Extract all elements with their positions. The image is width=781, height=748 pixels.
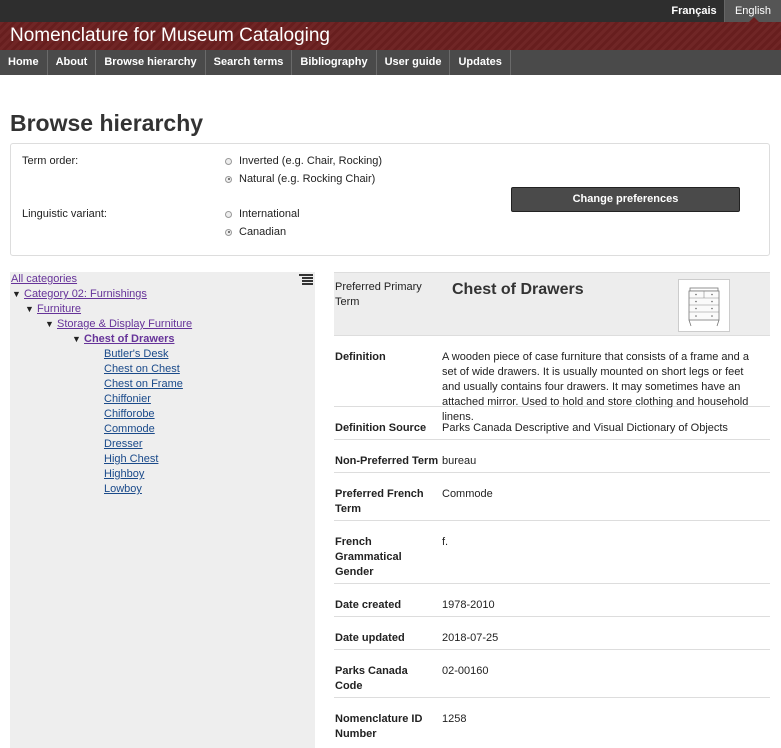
row-label: Nomenclature ID Number	[335, 713, 423, 740]
change-preferences-button[interactable]: Change preferences	[511, 187, 740, 212]
nav-search-terms[interactable]: Search terms	[206, 50, 293, 75]
preferences-panel: Term order: Inverted (e.g. Chair, Rockin…	[10, 143, 770, 256]
nav-updates[interactable]: Updates	[450, 50, 511, 75]
tree-node-furniture[interactable]: ▼ Furniture	[25, 303, 81, 315]
main-nav: Home About Browse hierarchy Search terms…	[0, 50, 781, 75]
expanded-triangle-icon: ▼	[25, 304, 34, 314]
tree-node-storage-display-furniture[interactable]: ▼ Storage & Display Furniture	[45, 318, 192, 330]
all-categories-link[interactable]: All categories	[11, 273, 77, 285]
row-value: 2018-07-25	[442, 632, 499, 644]
term-order-inverted-radio[interactable]: Inverted (e.g. Chair, Rocking)	[225, 155, 382, 167]
english-language-link[interactable]: English	[724, 0, 781, 22]
tree-leaf-high-chest[interactable]: High Chest	[104, 453, 158, 465]
tree-leaf-butlers-desk[interactable]: Butler's Desk	[104, 348, 168, 360]
tree-leaf-highboy[interactable]: Highboy	[104, 468, 144, 480]
page-title: Browse hierarchy	[10, 110, 204, 136]
row-label: Definition	[335, 351, 386, 363]
language-bar: Français English	[0, 0, 781, 22]
tree-leaf-lowboy[interactable]: Lowboy	[104, 483, 142, 495]
tree-leaf-chifforobe[interactable]: Chifforobe	[104, 408, 155, 420]
tree-node-link[interactable]: Furniture	[37, 303, 81, 315]
date-updated-row: Date updated 2018-07-25	[334, 617, 770, 650]
tree-node-link[interactable]: Chest of Drawers	[84, 333, 174, 345]
radio-label: Inverted (e.g. Chair, Rocking)	[239, 155, 383, 167]
nav-about[interactable]: About	[48, 50, 97, 75]
radio-label: Natural (e.g. Rocking Chair)	[239, 173, 376, 185]
row-label: Definition Source	[335, 422, 427, 434]
row-value: 1978-2010	[442, 599, 495, 611]
nav-bibliography[interactable]: Bibliography	[292, 50, 377, 75]
row-label: Preferred Primary Term	[335, 281, 422, 308]
variant-canadian-radio[interactable]: Canadian	[225, 226, 286, 238]
nomenclature-id-row: Nomenclature ID Number 1258	[334, 698, 770, 746]
date-created-row: Date created 1978-2010	[334, 584, 770, 617]
radio-checked-icon	[225, 175, 232, 183]
preferred-primary-term-row: Preferred Primary Term Chest of Drawers	[334, 272, 770, 336]
term-order-label: Term order:	[22, 155, 79, 167]
hierarchy-tree: All categories ▼ Category 02: Furnishings…	[10, 272, 315, 748]
expanded-triangle-icon: ▼	[72, 334, 81, 344]
tree-node-chest-of-drawers[interactable]: ▼ Chest of Drawers	[72, 333, 174, 345]
variant-international-radio[interactable]: International	[225, 208, 300, 220]
tree-leaf-chest-on-frame[interactable]: Chest on Frame	[104, 378, 183, 390]
radio-label: Canadian	[239, 226, 287, 238]
row-label: French Grammatical Gender	[335, 536, 402, 578]
tree-leaf-dresser[interactable]: Dresser	[104, 438, 143, 450]
row-value: bureau	[442, 455, 477, 467]
nav-user-guide[interactable]: User guide	[377, 50, 451, 75]
row-label: Parks Canada Code	[335, 665, 408, 692]
nav-home[interactable]: Home	[0, 50, 48, 75]
definition-source-row: Definition Source Parks Canada Descripti…	[334, 407, 770, 440]
linguistic-variant-label: Linguistic variant:	[22, 208, 107, 220]
radio-checked-icon	[225, 228, 232, 236]
tree-node-category-02[interactable]: ▼ Category 02: Furnishings	[12, 288, 147, 300]
tree-leaf-chest-on-chest[interactable]: Chest on Chest	[104, 363, 180, 375]
preferred-french-term-row: Preferred French Term Commode	[334, 473, 770, 521]
row-value: Commode	[442, 488, 493, 500]
french-grammatical-gender-row: French Grammatical Gender f.	[334, 521, 770, 584]
expanded-triangle-icon: ▼	[45, 319, 54, 329]
tree-node-link[interactable]: Category 02: Furnishings	[24, 288, 147, 300]
radio-unchecked-icon	[225, 210, 232, 218]
row-value: Parks Canada Descriptive and Visual Dict…	[442, 422, 728, 434]
row-value: f.	[442, 536, 449, 548]
row-label: Non-Preferred Term	[335, 455, 439, 467]
non-preferred-term-row: Non-Preferred Term bureau	[334, 440, 770, 473]
french-language-link[interactable]: Français	[664, 0, 724, 22]
chest-of-drawers-thumbnail[interactable]	[678, 279, 730, 332]
tree-list-toggle-icon[interactable]	[299, 274, 313, 286]
term-title: Chest of Drawers	[452, 281, 584, 298]
row-value: 1258	[442, 713, 467, 725]
nav-browse-hierarchy[interactable]: Browse hierarchy	[96, 50, 206, 75]
site-title[interactable]: Nomenclature for Museum Cataloging	[10, 25, 330, 47]
row-label: Preferred French Term	[335, 488, 424, 515]
row-value: 02-00160	[442, 665, 489, 677]
row-label: Date created	[335, 599, 402, 611]
tree-leaf-commode[interactable]: Commode	[104, 423, 155, 435]
tree-leaf-chiffonier[interactable]: Chiffonier	[104, 393, 151, 405]
term-order-natural-radio[interactable]: Natural (e.g. Rocking Chair)	[225, 173, 375, 185]
site-banner: Nomenclature for Museum Cataloging	[0, 22, 781, 50]
row-label: Date updated	[335, 632, 405, 644]
parks-canada-code-row: Parks Canada Code 02-00160	[334, 650, 770, 698]
definition-row: Definition A wooden piece of case furnit…	[334, 336, 770, 423]
radio-label: International	[239, 208, 300, 220]
radio-unchecked-icon	[225, 157, 232, 165]
tree-node-link[interactable]: Storage & Display Furniture	[57, 318, 192, 330]
expanded-triangle-icon: ▼	[12, 289, 21, 299]
